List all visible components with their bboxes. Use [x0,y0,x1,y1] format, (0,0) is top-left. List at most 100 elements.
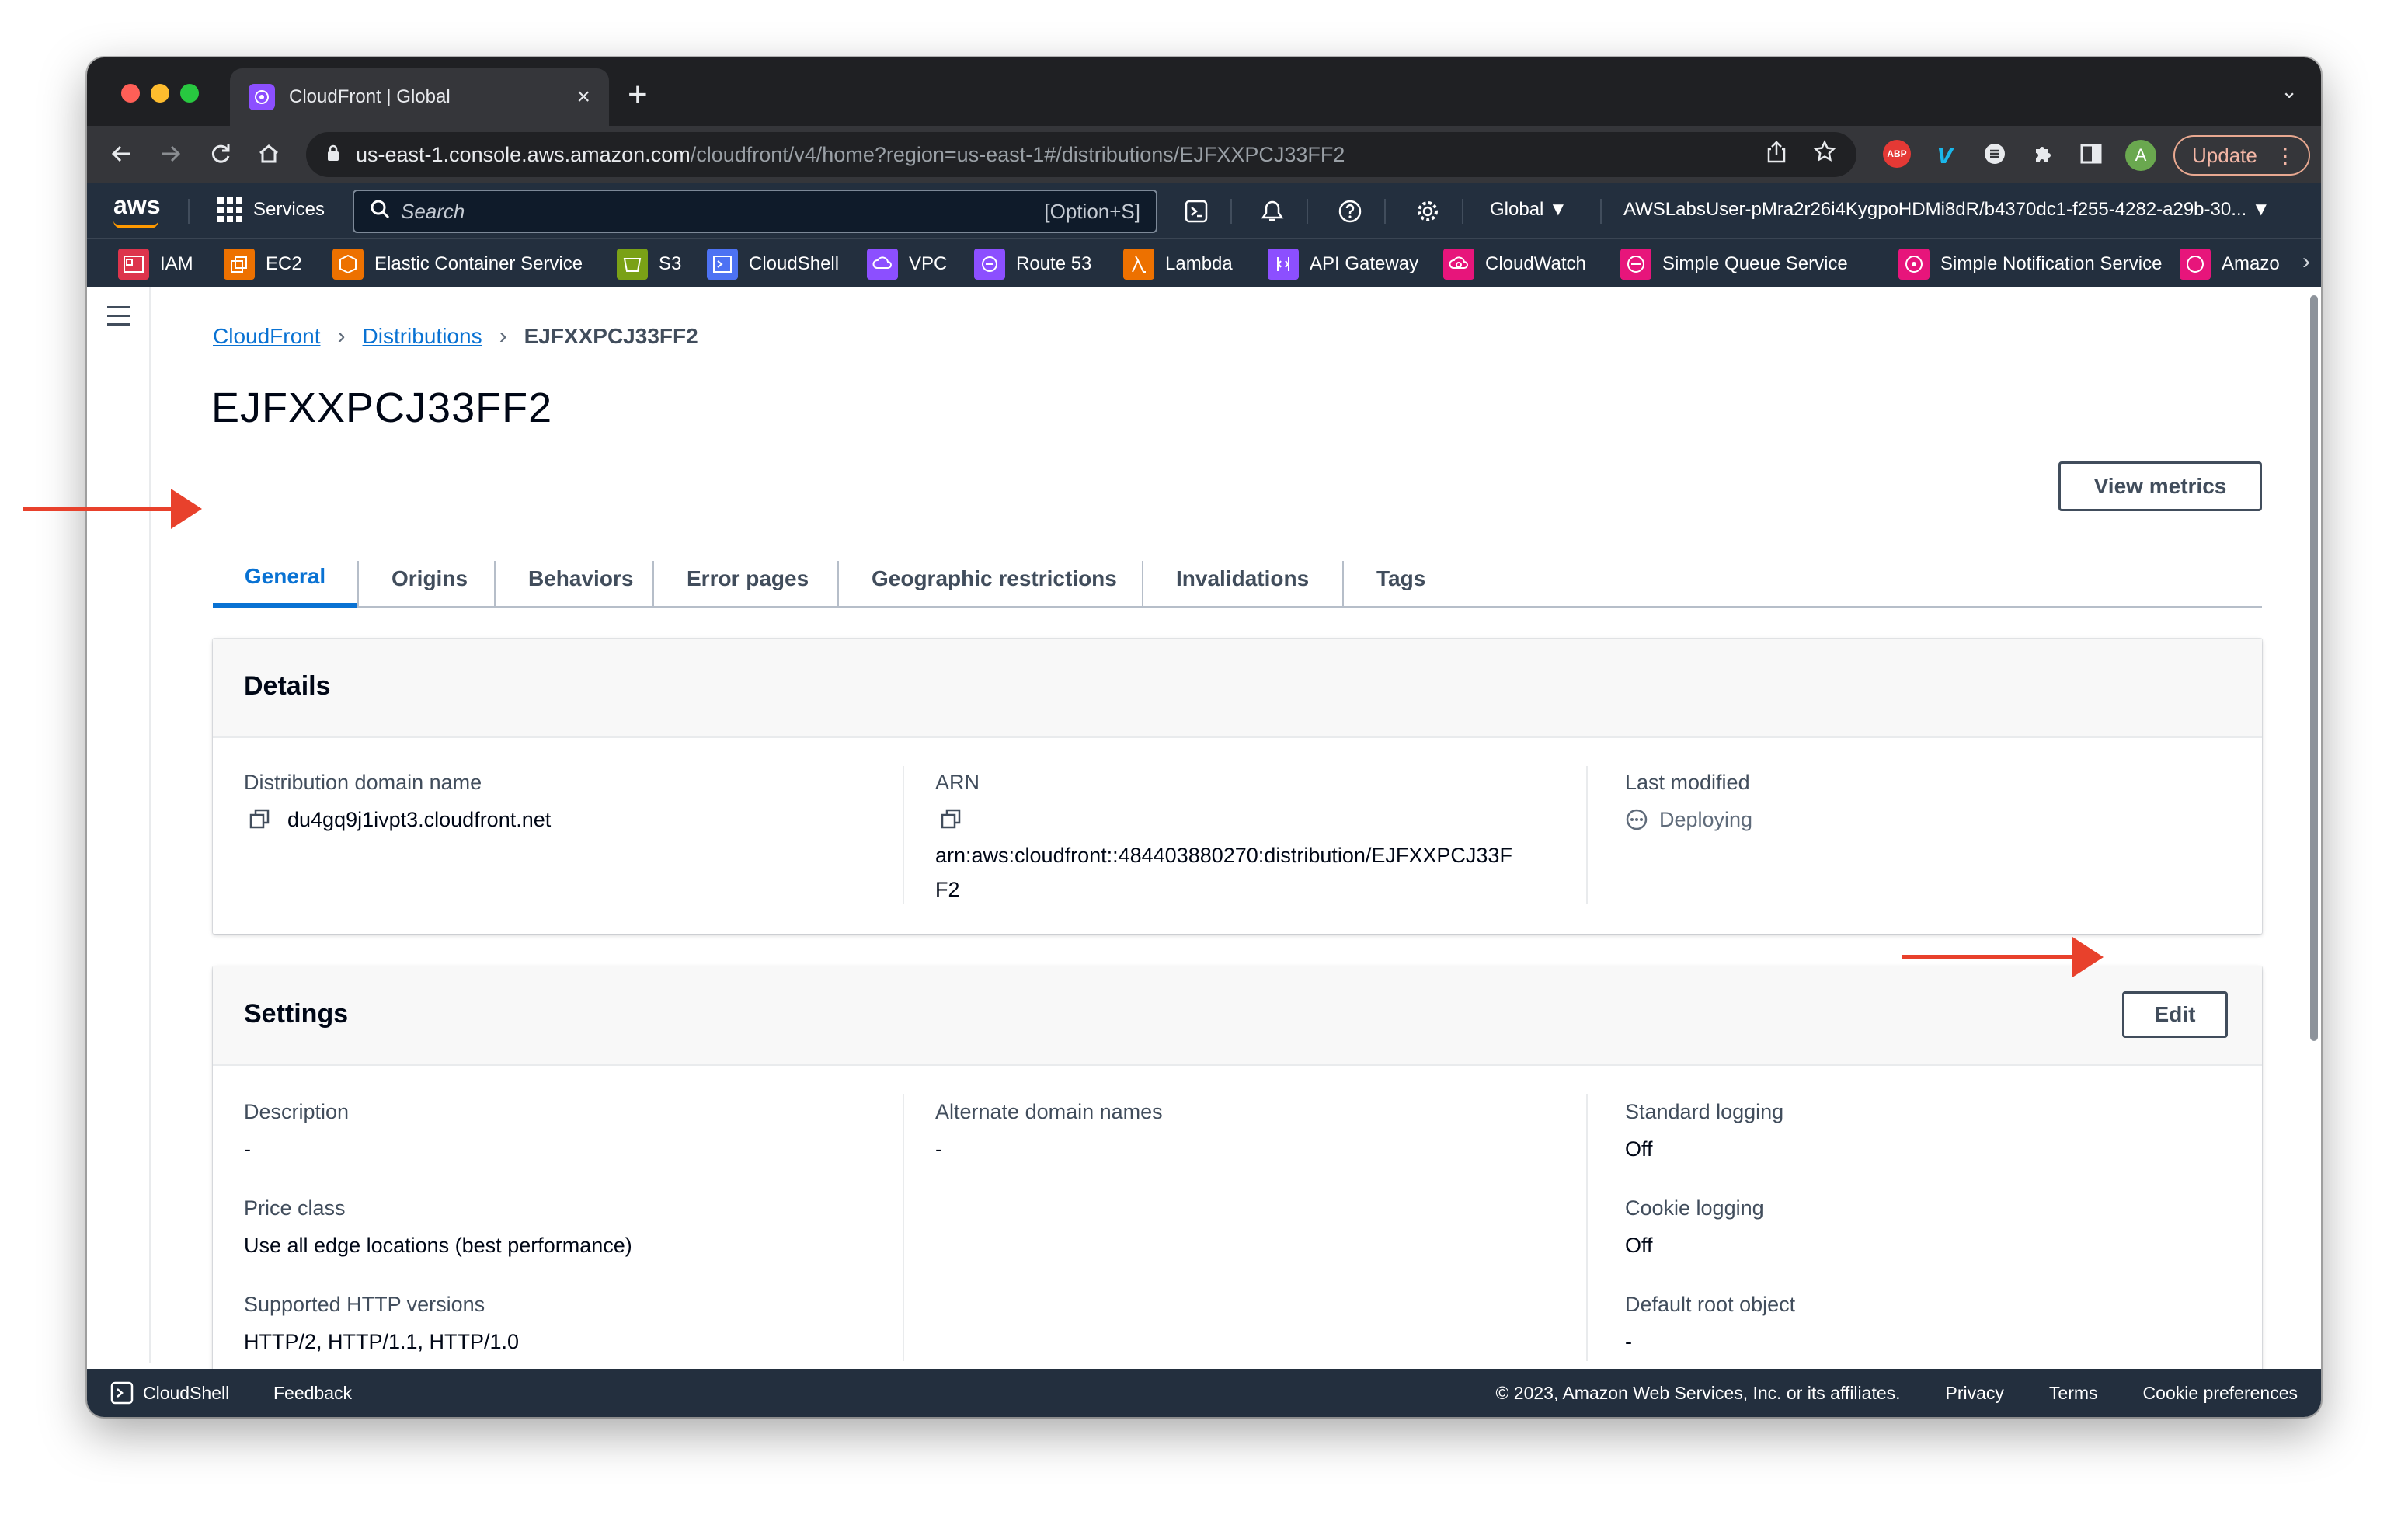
cloudwatch-service-icon [1443,249,1474,280]
favorite-iam[interactable]: IAM [118,249,193,280]
sns-service-icon [1898,249,1930,280]
tab-divider [837,561,839,608]
arn-value-line1: arn:aws:cloudfront::484403880270:distrib… [935,844,1512,867]
column-divider [1586,1094,1588,1361]
aws-logo[interactable]: aws [113,191,160,220]
kebab-menu-icon: ⋮ [2274,144,2296,168]
aws-search-input[interactable]: Search [Option+S] [353,190,1157,233]
footer-privacy-link[interactable]: Privacy [1946,1383,2004,1404]
help-icon[interactable] [1336,197,1364,225]
favorite-sns[interactable]: Simple Notification Service [1898,249,2162,280]
menu-extension-icon[interactable] [1979,138,2010,169]
window-minimize-button[interactable] [151,84,169,103]
breadcrumb-cloudfront[interactable]: CloudFront [213,324,321,349]
favorite-cloudshell[interactable]: CloudShell [707,249,839,280]
adblock-extension-icon[interactable]: ABP [1881,138,1912,169]
sqs-service-icon [1620,249,1651,280]
extensions-puzzle-icon[interactable] [2027,138,2058,169]
api-gateway-service-icon [1268,249,1299,280]
price-class-value: Use all edge locations (best performance… [244,1234,632,1257]
breadcrumb-current: EJFXXPCJ33FF2 [524,324,698,348]
window-zoom-button[interactable] [180,84,199,103]
update-button[interactable]: Update ⋮ [2173,135,2310,176]
amazon-service-icon [2180,249,2211,280]
tab-general[interactable]: General [213,550,357,608]
region-selector[interactable]: Global ▼ [1490,199,1568,221]
tab-origins[interactable]: Origins [391,550,468,608]
chevron-right-icon: › [499,323,507,349]
last-modified-label: Last modified [1625,771,1750,794]
vimeo-extension-icon[interactable]: v [1930,138,1961,169]
notifications-bell-icon[interactable] [1258,197,1286,225]
hamburger-menu-icon[interactable] [107,306,130,332]
tab-geographic-restrictions[interactable]: Geographic restrictions [872,550,1117,608]
cloudshell-icon[interactable] [1182,197,1210,225]
profile-avatar[interactable]: A [2125,140,2156,171]
page-title: EJFXXPCJ33FF2 [211,385,553,431]
route53-service-icon [974,249,1005,280]
copy-arn-icon[interactable] [940,808,962,830]
tab-behaviors[interactable]: Behaviors [528,550,633,608]
favorites-scroll-right-icon[interactable]: › [2302,249,2310,275]
details-panel: Details Distribution domain name du4gq9j… [213,639,2262,934]
favorites-bar: IAM EC2 Elastic Container Service S3 Clo… [87,238,2321,287]
settings-panel-header: Settings [213,966,2262,1066]
favorite-route-53[interactable]: Route 53 [974,249,1091,280]
url-host: us-east-1.console.aws.amazon.com [356,142,691,166]
account-menu[interactable]: AWSLabsUser-pMra2r26i4KygpoHDMi8dR/b4370… [1623,199,2307,221]
favorite-amazon[interactable]: Amazo [2180,249,2280,280]
settings-gear-icon[interactable] [1414,197,1442,225]
favorite-vpc[interactable]: VPC [867,249,947,280]
header-divider [188,199,190,224]
window-close-button[interactable] [121,84,140,103]
favorite-cloudwatch[interactable]: CloudWatch [1443,249,1586,280]
breadcrumb: CloudFront › Distributions › EJFXXPCJ33F… [213,323,698,350]
aws-logo-smile-icon [113,221,158,228]
favorite-s3[interactable]: S3 [617,249,681,280]
tab-divider [652,561,654,608]
details-title: Details [244,671,331,701]
tab-tags[interactable]: Tags [1376,550,1425,608]
footer-cookie-preferences-link[interactable]: Cookie preferences [2143,1383,2298,1404]
header-divider [1600,199,1602,224]
domain-name-value: du4gq9j1ivpt3.cloudfront.net [287,808,552,831]
share-icon[interactable] [1766,140,1787,169]
home-icon[interactable] [252,137,286,171]
vpc-service-icon [867,249,898,280]
tab-invalidations[interactable]: Invalidations [1176,550,1309,608]
console-main-content: CloudFront › Distributions › EJFXXPCJ33F… [87,287,2321,1389]
browser-tabstrip: CloudFront | Global × + ⌄ [87,57,2321,126]
view-metrics-button[interactable]: View metrics [2058,461,2262,511]
favorite-lambda[interactable]: Lambda [1123,249,1233,280]
footer-feedback-link[interactable]: Feedback [273,1383,352,1404]
page-scrollbar[interactable] [2310,295,2318,1041]
favorite-ec2[interactable]: EC2 [224,249,302,280]
bookmark-star-icon[interactable] [1813,140,1836,169]
copy-domain-icon[interactable] [249,808,270,830]
reload-icon[interactable] [204,137,238,171]
breadcrumb-distributions[interactable]: Distributions [363,324,482,349]
iam-service-icon [118,249,149,280]
tab-divider [1342,561,1344,608]
tab-error-pages[interactable]: Error pages [687,550,809,608]
favorite-sqs[interactable]: Simple Queue Service [1620,249,1848,280]
forward-arrow-icon[interactable] [154,137,188,171]
url-path: /cloudfront/v4/home?region=us-east-1#/di… [690,142,1345,166]
edit-settings-button[interactable]: Edit [2122,991,2228,1038]
default-root-object-value: - [1625,1330,1632,1353]
footer-terms-link[interactable]: Terms [2049,1383,2098,1404]
tab-search-chevron-icon[interactable]: ⌄ [2281,79,2298,103]
favorite-ecs[interactable]: Elastic Container Service [332,249,583,280]
tab-close-icon[interactable]: × [576,84,590,110]
services-menu-button[interactable]: Services [217,197,325,222]
browser-tab[interactable]: CloudFront | Global × [230,68,609,126]
aws-console-header: aws Services Search [Option+S] Global ▼ … [87,183,2321,238]
side-panel-icon[interactable] [2076,138,2107,169]
header-divider [1384,199,1386,224]
footer-cloudshell-link[interactable]: CloudShell [110,1381,229,1405]
cloudfront-favicon-icon [249,84,275,110]
new-tab-icon[interactable]: + [628,71,648,118]
favorite-api-gateway[interactable]: API Gateway [1268,249,1418,280]
address-bar[interactable]: us-east-1.console.aws.amazon.com/cloudfr… [306,132,1856,177]
back-arrow-icon[interactable] [104,137,138,171]
